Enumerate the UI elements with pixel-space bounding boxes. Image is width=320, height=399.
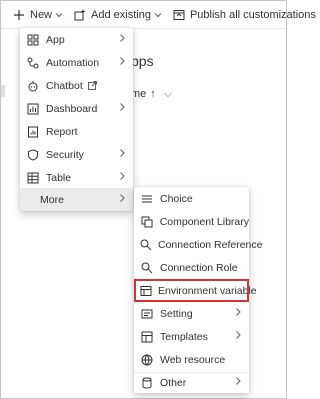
menu-item-label: Setting	[160, 307, 193, 320]
menu-item-connection-role[interactable]: Connection Role	[134, 256, 249, 279]
menu-item-label: Table	[46, 171, 72, 184]
menu-item-app[interactable]: App	[20, 28, 133, 51]
dashboard-icon	[26, 102, 40, 116]
chevron-right-icon	[118, 56, 126, 66]
column-header-name[interactable]: me ↑ ⌵	[131, 88, 172, 101]
chevron-right-icon	[118, 193, 126, 203]
menu-item-label: App	[46, 33, 65, 46]
chevron-right-icon	[118, 102, 126, 112]
shield-icon	[26, 148, 40, 162]
connection-role-icon	[140, 261, 154, 275]
page-title: pps	[131, 53, 154, 69]
menu-item-report[interactable]: Report	[20, 120, 133, 143]
menu-item-choice[interactable]: Choice	[134, 187, 249, 210]
chevron-down-icon	[154, 11, 162, 19]
menu-item-label: Report	[46, 125, 78, 138]
command-bar: New Add existing Publish all customizati…	[1, 1, 316, 29]
environment-variable-icon	[140, 284, 152, 298]
publish-all-label: Publish all customizations	[189, 8, 316, 21]
chevron-right-icon	[118, 148, 126, 158]
open-external-icon	[87, 81, 97, 90]
table-icon	[26, 171, 40, 185]
menu-item-connection-reference[interactable]: Connection Reference	[134, 233, 262, 256]
choice-icon	[140, 192, 154, 206]
menu-item-templates[interactable]: Templates	[134, 325, 249, 348]
menu-item-label: Other	[160, 376, 187, 389]
web-resource-icon	[140, 353, 154, 367]
left-edge-marker	[1, 85, 5, 97]
add-existing-button[interactable]: Add existing	[70, 1, 165, 29]
component-library-icon	[140, 215, 154, 229]
menu-item-chatbot[interactable]: Chatbot	[20, 74, 133, 97]
setting-icon	[140, 307, 154, 321]
menu-item-label: Web resource	[160, 353, 226, 366]
menu-item-more[interactable]: More	[20, 188, 133, 211]
new-button[interactable]: New	[9, 1, 66, 29]
menu-item-web-resource[interactable]: Web resource	[134, 348, 249, 371]
chevron-right-icon	[118, 33, 126, 43]
publish-all-button[interactable]: Publish all customizations	[169, 1, 319, 29]
publish-icon	[172, 8, 186, 22]
new-menu: App Automation Chatbot Dashboard Report …	[20, 28, 133, 211]
chevron-down-icon	[55, 11, 63, 19]
app-icon	[26, 33, 40, 47]
menu-item-label: Component Library	[159, 215, 249, 228]
column-header-label: me	[131, 88, 147, 100]
menu-item-label: Choice	[160, 192, 193, 205]
menu-item-component-library[interactable]: Component Library	[134, 210, 249, 233]
menu-item-dashboard[interactable]: Dashboard	[20, 97, 133, 120]
menu-item-label: Dashboard	[46, 102, 98, 115]
sort-arrow: ↑	[150, 88, 156, 100]
chevron-right-icon	[234, 330, 242, 340]
menu-item-label: More	[40, 193, 64, 206]
report-icon	[26, 125, 40, 139]
database-icon	[140, 376, 154, 390]
menu-item-label: Connection Role	[160, 261, 238, 274]
more-submenu: Choice Component Library Connection Refe…	[134, 187, 262, 394]
automation-icon	[26, 56, 40, 70]
connection-reference-icon	[140, 238, 152, 252]
menu-item-label: Environment variable	[158, 284, 257, 297]
menu-item-setting[interactable]: Setting	[134, 302, 249, 325]
add-existing-label: Add existing	[91, 8, 151, 21]
menu-item-label: Automation	[46, 56, 100, 69]
menu-item-automation[interactable]: Automation	[20, 51, 133, 74]
chatbot-icon	[26, 79, 40, 93]
chevron-right-icon	[234, 376, 242, 386]
chevron-down-icon: ⌵	[163, 88, 173, 100]
menu-item-security[interactable]: Security	[20, 143, 133, 166]
menu-item-other[interactable]: Other	[134, 371, 249, 394]
menu-item-label: Chatbot	[46, 79, 83, 92]
menu-item-label: Security	[46, 148, 84, 161]
menu-item-table[interactable]: Table	[20, 166, 133, 189]
menu-item-label: Templates	[160, 330, 208, 343]
chevron-right-icon	[118, 171, 126, 181]
menu-item-environment-variable[interactable]: Environment variable	[134, 279, 257, 302]
add-existing-icon	[73, 8, 87, 22]
templates-icon	[140, 330, 154, 344]
new-button-label: New	[30, 8, 53, 21]
plus-icon	[12, 8, 26, 22]
chevron-right-icon	[234, 307, 242, 317]
menu-item-label: Connection Reference	[158, 238, 263, 251]
